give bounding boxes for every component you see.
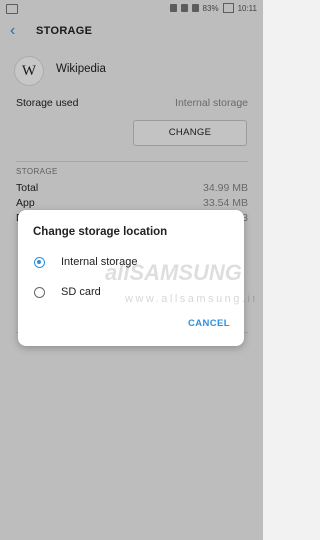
radio-unselected-icon[interactable] [34, 287, 45, 298]
radio-selected-icon[interactable] [34, 257, 45, 268]
option-sd-card[interactable]: SD card [34, 286, 234, 304]
dialog-title: Change storage location [33, 226, 168, 238]
change-storage-dialog: Change storage location Internal storage… [18, 210, 244, 346]
option-internal-storage[interactable]: Internal storage [34, 256, 234, 274]
option-label: SD card [61, 286, 101, 298]
cancel-button[interactable]: CANCEL [188, 318, 230, 329]
option-label: Internal storage [61, 256, 138, 268]
